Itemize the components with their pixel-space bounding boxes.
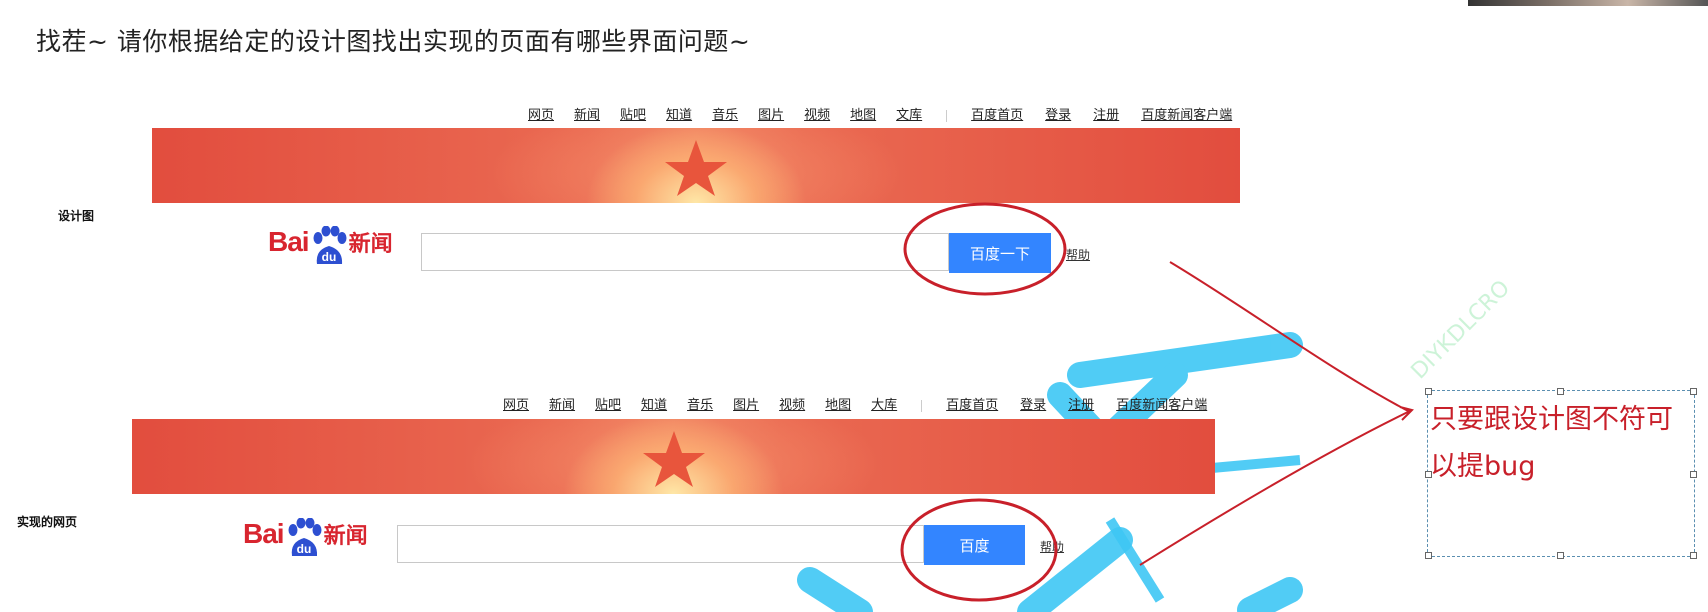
design-nav-item[interactable]: 文库 [896, 104, 922, 123]
design-nav-right-item[interactable]: 注册 [1093, 104, 1119, 123]
nav-divider [946, 109, 948, 122]
design-search-input[interactable] [421, 233, 949, 271]
logo-news-text: 新闻 [348, 232, 393, 257]
design-nav-item[interactable]: 音乐 [712, 104, 738, 123]
logo-paw-text: du [321, 250, 336, 264]
impl-nav-item[interactable]: 地图 [825, 394, 851, 413]
design-baidu-logo: Bai du 新闻 [268, 226, 393, 266]
impl-nav-right-item[interactable]: 百度新闻客户端 [1116, 394, 1207, 413]
resize-handle[interactable] [1425, 388, 1432, 395]
resize-handle[interactable] [1690, 388, 1697, 395]
design-nav-item[interactable]: 视频 [804, 104, 830, 123]
impl-nav-item[interactable]: 知道 [641, 394, 667, 413]
page-title: 找茬~ 请你根据给定的设计图找出实现的页面有哪些界面问题~ [36, 27, 751, 56]
design-nav-right-item[interactable]: 登录 [1045, 104, 1071, 123]
design-banner [152, 128, 1240, 203]
resize-handle[interactable] [1690, 552, 1697, 559]
design-search-button[interactable]: 百度一下 [949, 233, 1051, 273]
resize-handle[interactable] [1425, 552, 1432, 559]
design-help-link[interactable]: 帮助 [1066, 246, 1090, 263]
implementation-baidu-logo: Bai du 新闻 [243, 518, 368, 558]
design-nav-item[interactable]: 贴吧 [620, 104, 646, 123]
star-icon [665, 139, 727, 196]
design-nav: 网页 新闻 贴吧 知道 音乐 图片 视频 地图 文库 百度首页 登录 注册 百度新闻客户端 [528, 104, 1232, 123]
nav-divider [921, 399, 923, 412]
paw-icon: du [288, 518, 322, 556]
design-nav-item[interactable]: 地图 [850, 104, 876, 123]
impl-nav-item[interactable]: 新闻 [549, 394, 575, 413]
impl-nav-item[interactable]: 音乐 [687, 394, 713, 413]
impl-nav-item[interactable]: 大库 [871, 394, 897, 413]
implementation-label: 实现的网页 [17, 515, 78, 529]
star-icon [642, 430, 705, 487]
logo-bai-text: Bai [243, 518, 285, 549]
logo-bai-text: Bai [268, 226, 310, 257]
logo-paw-text: du [296, 542, 311, 556]
impl-nav-right-item[interactable]: 百度首页 [946, 394, 998, 413]
watermark-text: DIYKDLCRO [1407, 276, 1516, 385]
design-label: 设计图 [58, 209, 95, 223]
design-nav-item[interactable]: 图片 [758, 104, 784, 123]
webcam-thumbnail [1468, 0, 1708, 6]
design-nav-right-item[interactable]: 百度首页 [971, 104, 1023, 123]
implementation-search-button[interactable]: 百度 [924, 525, 1025, 565]
impl-nav-right-item[interactable]: 登录 [1020, 394, 1046, 413]
impl-nav-right-item[interactable]: 注册 [1068, 394, 1094, 413]
resize-handle[interactable] [1557, 552, 1564, 559]
design-nav-item[interactable]: 新闻 [574, 104, 600, 123]
implementation-search-input[interactable] [397, 525, 924, 563]
design-nav-item[interactable]: 知道 [666, 104, 692, 123]
impl-nav-item[interactable]: 贴吧 [595, 394, 621, 413]
logo-news-text: 新闻 [323, 524, 368, 549]
impl-nav-item[interactable]: 网页 [503, 394, 529, 413]
design-nav-item[interactable]: 网页 [528, 104, 554, 123]
implementation-help-link[interactable]: 帮助 [1040, 538, 1064, 555]
design-nav-right-item[interactable]: 百度新闻客户端 [1141, 104, 1232, 123]
resize-handle[interactable] [1557, 388, 1564, 395]
paw-icon: du [313, 226, 347, 264]
note-text[interactable]: 只要跟设计图不符可以提bug [1430, 396, 1692, 490]
impl-nav-item[interactable]: 图片 [733, 394, 759, 413]
implementation-nav: 网页 新闻 贴吧 知道 音乐 图片 视频 地图 大库 百度首页 登录 注册 百度新闻客户端 [503, 394, 1207, 413]
impl-nav-item[interactable]: 视频 [779, 394, 805, 413]
implementation-banner [132, 419, 1215, 494]
